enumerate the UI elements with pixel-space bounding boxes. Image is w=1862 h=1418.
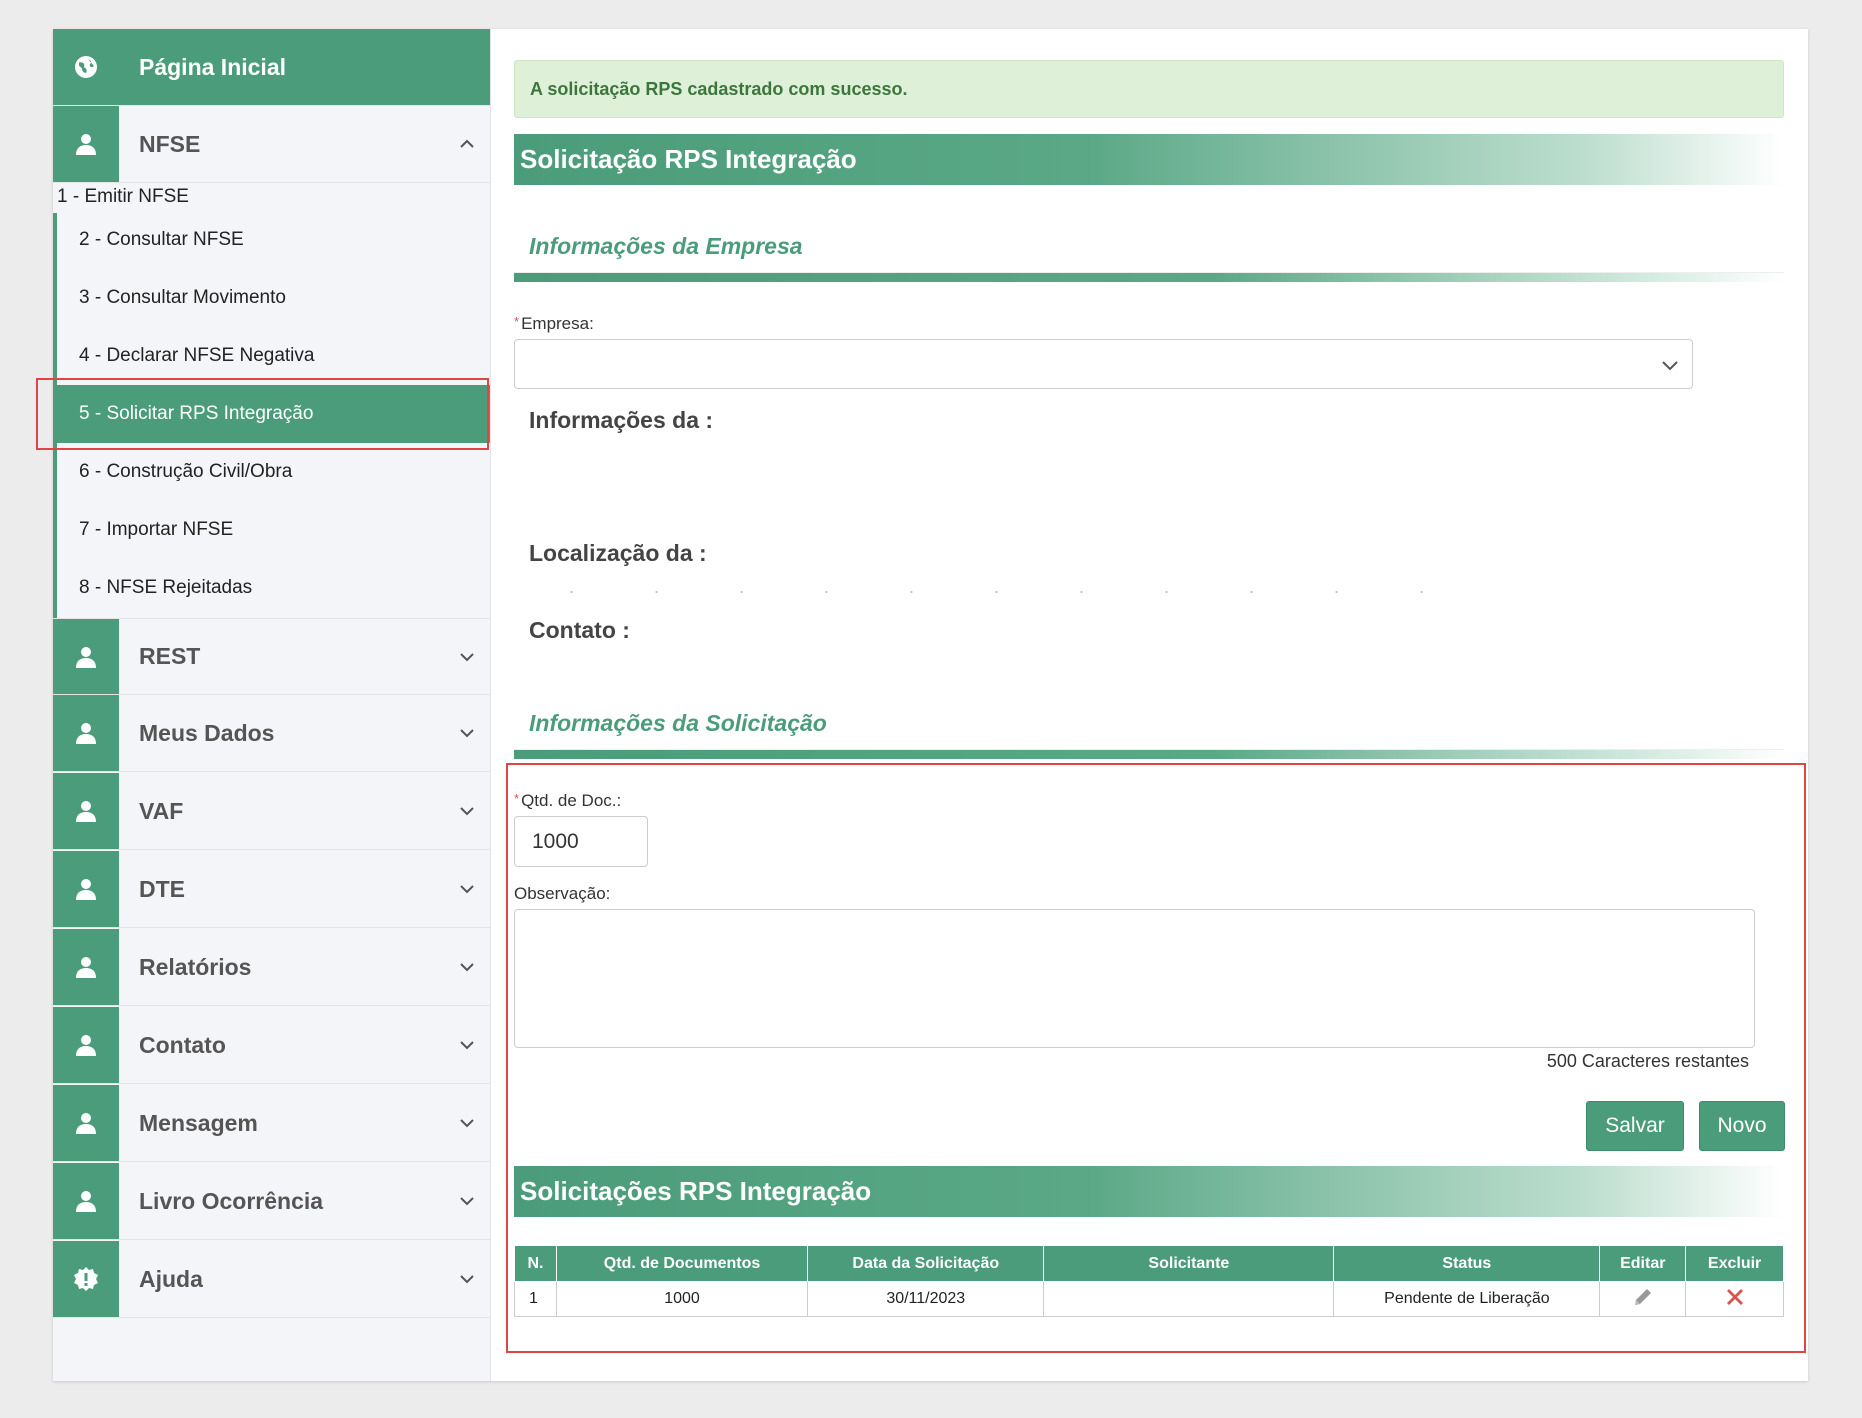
pencil-icon[interactable] [1631, 1285, 1655, 1309]
observacao-label: Observação: [514, 884, 611, 903]
sidebar-item-importar-nfse[interactable]: 7 - Importar NFSE [53, 501, 490, 559]
globe-icon [53, 29, 119, 105]
new-button[interactable]: Novo [1699, 1101, 1785, 1151]
cell-delete [1685, 1281, 1784, 1317]
col-excluir: Excluir [1685, 1245, 1784, 1282]
sidebar-menu-ajuda[interactable]: Ajuda [53, 1241, 490, 1318]
user-icon [53, 1163, 119, 1239]
section-divider [514, 749, 1784, 759]
sidebar-menu-mensagem[interactable]: Mensagem [53, 1085, 490, 1162]
cell-edit [1599, 1281, 1687, 1317]
chevron-down-icon [460, 1119, 474, 1128]
empresa-select[interactable] [514, 339, 1693, 389]
contato-label: Contato : [529, 617, 630, 643]
col-n: N. [514, 1245, 557, 1282]
chevron-down-icon [460, 1197, 474, 1206]
sidebar: Página Inicial NFSE 1 - Emitir NFSE 2 - … [53, 29, 491, 1381]
cell-qtd: 1000 [555, 1281, 809, 1317]
sidebar-item-nfse-rejeitadas[interactable]: 8 - NFSE Rejeitadas [53, 559, 490, 617]
section-divider [514, 272, 1784, 282]
sidebar-item-consultar-nfse[interactable]: 2 - Consultar NFSE [53, 211, 490, 269]
chevron-down-icon [1662, 361, 1678, 371]
cell-status: Pendente de Liberação [1333, 1281, 1601, 1317]
sidebar-menu-label: Relatórios [139, 953, 252, 980]
sidebar-menu-label: Contato [139, 1031, 226, 1058]
sidebar-menu-dte[interactable]: DTE [53, 851, 490, 928]
chevron-down-icon [460, 963, 474, 972]
sidebar-menu-label: DTE [139, 875, 185, 902]
col-status: Status [1333, 1245, 1601, 1282]
chevron-down-icon [460, 729, 474, 738]
chevron-down-icon [460, 652, 474, 661]
solicitacao-section-title: Informações da Solicitação [529, 710, 827, 736]
app-frame: Página Inicial NFSE 1 - Emitir NFSE 2 - … [36, 29, 1808, 1381]
sidebar-home[interactable]: Página Inicial [53, 29, 490, 106]
user-icon [53, 106, 119, 182]
cell-solicitante [1043, 1281, 1335, 1317]
chevron-down-icon [460, 885, 474, 894]
sidebar-menu-meus-dados[interactable]: Meus Dados [53, 695, 490, 772]
user-icon [53, 1007, 119, 1083]
redacted-text [529, 590, 1429, 594]
user-icon [53, 695, 119, 771]
sidebar-menu-label: Ajuda [139, 1265, 203, 1292]
sidebar-item-emitir-nfse[interactable]: 1 - Emitir NFSE [53, 182, 490, 212]
save-button[interactable]: Salvar [1586, 1101, 1684, 1151]
sidebar-menu-label: REST [139, 643, 201, 669]
user-icon [53, 1085, 119, 1161]
info-label: Informações da : [529, 407, 714, 433]
cell-data: 30/11/2023 [807, 1281, 1045, 1317]
col-data: Data da Solicitação [807, 1245, 1045, 1282]
localizacao-label: Localização da : [529, 540, 707, 566]
sidebar-menu-contato[interactable]: Contato [53, 1007, 490, 1084]
sidebar-menu-livro-ocorrencia[interactable]: Livro Ocorrência [53, 1163, 490, 1240]
chevron-down-icon [460, 807, 474, 816]
sidebar-menu-relatorios[interactable]: Relatórios [53, 929, 490, 1006]
user-icon [53, 773, 119, 849]
success-alert: A solicitação RPS cadastrado com sucesso… [514, 60, 1784, 118]
empresa-label: * Empresa: [514, 314, 594, 333]
sidebar-menu-label: NFSE [139, 130, 201, 157]
table-row: 1 1000 30/11/2023 Pendente de Liberação [514, 1281, 1784, 1317]
sidebar-item-construcao-civil[interactable]: 6 - Construção Civil/Obra [53, 443, 490, 501]
requests-table: N. Qtd. de Documentos Data da Solicitaçã… [514, 1245, 1784, 1317]
sidebar-item-consultar-movimento[interactable]: 3 - Consultar Movimento [53, 269, 490, 327]
chevron-down-icon [460, 1041, 474, 1050]
table-header-row: N. Qtd. de Documentos Data da Solicitaçã… [514, 1245, 1784, 1282]
observacao-textarea[interactable] [514, 909, 1755, 1048]
chevron-down-icon [460, 1275, 474, 1284]
col-qtd: Qtd. de Documentos [555, 1245, 809, 1282]
qtd-doc-label: * Qtd. de Doc.: [514, 791, 622, 810]
sidebar-item-solicitar-rps[interactable]: 5 - Solicitar RPS Integração [53, 385, 490, 443]
sidebar-menu-nfse[interactable]: NFSE [53, 106, 490, 183]
delete-x-icon[interactable] [1723, 1285, 1747, 1309]
user-icon [53, 929, 119, 1005]
help-badge-icon [53, 1241, 119, 1317]
sidebar-menu-label: Mensagem [139, 1109, 258, 1136]
sidebar-menu-rest[interactable]: REST [53, 618, 490, 695]
user-icon [53, 851, 119, 927]
sidebar-menu-label: Livro Ocorrência [139, 1187, 324, 1214]
col-solicitante: Solicitante [1043, 1245, 1335, 1282]
page-title: Solicitação RPS Integração [514, 134, 1784, 185]
cell-n: 1 [514, 1281, 557, 1317]
col-editar: Editar [1599, 1245, 1687, 1282]
empresa-section-title: Informações da Empresa [529, 233, 803, 259]
list-title: Solicitações RPS Integração [514, 1166, 1784, 1217]
main-content: A solicitação RPS cadastrado com sucesso… [490, 29, 1808, 1381]
sidebar-menu-vaf[interactable]: VAF [53, 773, 490, 850]
sidebar-menu-label: VAF [139, 797, 184, 824]
qtd-doc-input[interactable]: 1000 [514, 816, 648, 867]
chevron-up-icon [460, 139, 474, 148]
chars-remaining: 500 Caracteres restantes [1546, 1051, 1749, 1071]
sidebar-item-declarar-nfse-negativa[interactable]: 4 - Declarar NFSE Negativa [53, 327, 490, 385]
sidebar-home-label: Página Inicial [139, 53, 286, 80]
sidebar-menu-label: Meus Dados [139, 719, 275, 746]
user-icon [53, 619, 119, 694]
